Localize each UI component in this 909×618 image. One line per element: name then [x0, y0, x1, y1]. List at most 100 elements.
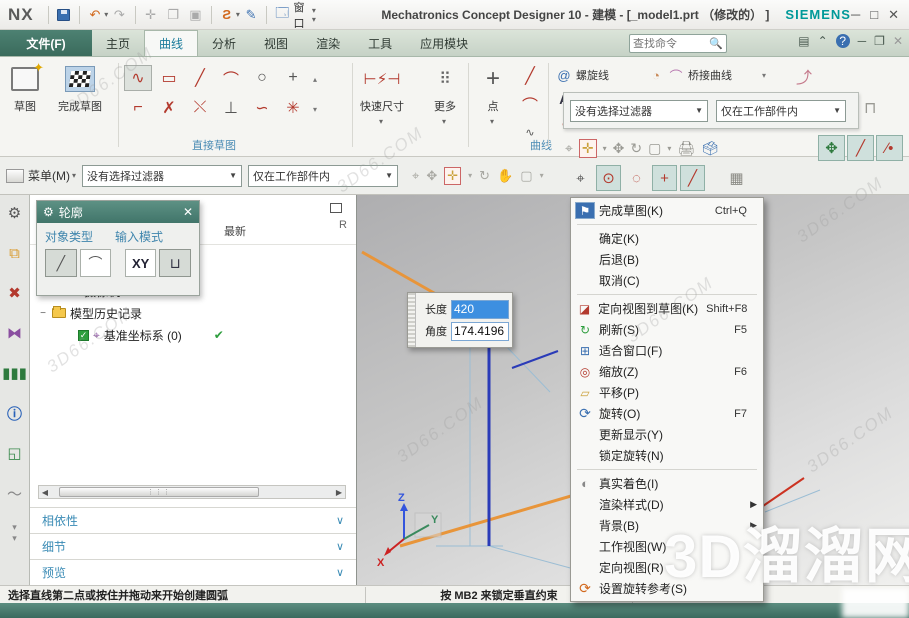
select-all-icon[interactable]: ✥ [426, 168, 437, 184]
art-spline-icon[interactable]: ⤴ [790, 63, 818, 89]
chevron-down-icon[interactable]: ▾ [667, 144, 671, 153]
menu-item-lock-rotation[interactable]: 锁定旋转(N) [571, 445, 763, 466]
command-search-box[interactable]: 🔍 [629, 34, 727, 53]
trim-icon[interactable]: ✗ [155, 95, 183, 121]
rotate-icon[interactable]: ↻ [479, 168, 490, 184]
render-mode-icon[interactable]: 🖨 [677, 140, 695, 157]
line-mode-button[interactable]: ╱ [45, 249, 77, 277]
end-point-icon[interactable]: ╱ [847, 135, 874, 161]
menu-item-refresh[interactable]: ↻刷新(S)F5 [571, 319, 763, 340]
cut-icon[interactable]: ✛ [140, 5, 160, 25]
tab-home[interactable]: 主页 [92, 30, 144, 56]
chevron-down-icon[interactable]: ▾ [540, 171, 544, 180]
undo-icon[interactable]: ↶ [85, 5, 105, 25]
tab-file[interactable]: 文件(F) [0, 30, 92, 56]
collapse-ribbon-icon[interactable]: ⌃ [818, 34, 828, 48]
menu-item-cancel[interactable]: 取消(C) [571, 270, 763, 291]
menu-item-set-rotate-ref[interactable]: ⟳设置旋转参考(S) [571, 578, 763, 599]
parameter-mode-button[interactable]: ⊔ [159, 249, 191, 277]
scroll-left-icon[interactable]: ◀ [39, 488, 51, 497]
navigator-gear-icon[interactable]: ⚙ [5, 203, 25, 223]
snap-toggle-icon[interactable]: ⌖ [412, 168, 419, 184]
angle-input[interactable]: 174.4196 [451, 322, 509, 341]
center-point-icon[interactable]: ⊙ [596, 165, 621, 191]
tangent-point-icon[interactable]: ⌖ [568, 165, 593, 191]
point-button[interactable]: + 点 ▾ [476, 63, 510, 126]
scroll-right-icon[interactable]: ▶ [333, 488, 345, 497]
profile-curve-icon[interactable]: ∿ [124, 65, 152, 91]
tab-curve[interactable]: 曲线 [144, 30, 198, 56]
existing-point-icon[interactable]: ╱ [680, 165, 705, 191]
point-sketch-icon[interactable]: + [279, 65, 307, 91]
sash-icon[interactable]: 〜 [5, 483, 25, 503]
make-corner-icon[interactable]: ⊥ [217, 95, 245, 121]
profile-dropdown-icon[interactable]: ▾ [236, 10, 240, 19]
window-label[interactable]: 窗口 [294, 0, 314, 31]
chevron-down-icon[interactable]: ▾ [468, 171, 472, 180]
enable-snap-icon[interactable]: ✥ [818, 135, 845, 161]
save-icon[interactable] [54, 5, 74, 25]
marquee-icon[interactable]: ▢ [648, 140, 661, 157]
menu-button[interactable]: 菜单(M) ▾ [6, 167, 76, 184]
horizontal-scrollbar[interactable]: ◀ ⋮⋮⋮ ▶ [38, 485, 346, 499]
brush-icon[interactable]: ✎ [241, 5, 261, 25]
undo-dropdown-icon[interactable]: ▾ [104, 10, 108, 19]
line-tool-icon[interactable]: ╱ [516, 63, 544, 89]
extend-icon[interactable]: ⤬ [186, 95, 214, 121]
dialog-close-icon[interactable]: ✕ [183, 205, 193, 219]
finish-sketch-button[interactable]: 完成草图 [58, 63, 102, 114]
scope-filter-dropdown-main[interactable]: 仅在工作部件内 ▼ [248, 165, 398, 187]
minimize-button[interactable]: ─ [851, 7, 860, 23]
more-button[interactable]: ⠿ 更多 ▾ [428, 63, 462, 126]
length-input[interactable]: 420 [451, 300, 509, 319]
tab-render[interactable]: 渲染 [302, 30, 354, 56]
command-search-input[interactable] [633, 38, 709, 50]
constraint-navigator-icon[interactable]: ✖ [5, 283, 25, 303]
physics-navigator-icon[interactable]: ⧓ [5, 323, 25, 343]
arc-tool-icon[interactable]: ⌒ [516, 91, 544, 117]
menu-item-work-view[interactable]: 工作视图(W) [571, 536, 763, 557]
circle-icon[interactable]: ○ [248, 65, 276, 91]
menu-item-update-display[interactable]: 更新显示(Y) [571, 424, 763, 445]
chevron-down-icon[interactable]: ∨ [336, 540, 344, 553]
pan-icon[interactable]: ✋ [497, 168, 513, 184]
tree-expander-icon[interactable]: − [38, 308, 48, 319]
redo-icon[interactable]: ↷ [109, 5, 129, 25]
profile-tool-icon[interactable]: Ƨ [216, 5, 236, 25]
xy-mode-button[interactable]: XY [125, 249, 157, 277]
line-icon[interactable]: ╱ [186, 65, 214, 91]
drag-grip[interactable] [408, 293, 416, 347]
shaded-box-icon[interactable]: 🗳 [701, 140, 719, 157]
menu-item-back[interactable]: 后退(B) [571, 249, 763, 270]
section-header-1[interactable]: 细节∨ [30, 533, 356, 559]
doc-minimize-icon[interactable]: ─ [858, 34, 867, 48]
snap-point-toggle-icon[interactable]: ✛ [579, 139, 597, 158]
grid-snap-icon[interactable]: ▦ [724, 165, 749, 191]
general-selection-icon[interactable]: ✛ [444, 167, 461, 185]
maximize-button[interactable]: □ [870, 7, 878, 23]
menu-item-ok[interactable]: 确定(K) [571, 228, 763, 249]
helix-button[interactable]: @ 螺旋线 [556, 65, 609, 85]
menu-item-render-style[interactable]: 渲染样式(D)▶ [571, 494, 763, 515]
reuse-library-icon[interactable]: ▮▮▮ [5, 363, 25, 383]
tab-view[interactable]: 视图 [250, 30, 302, 56]
doc-close-icon[interactable]: ✕ [893, 34, 903, 48]
sketch-button[interactable]: 草图 [8, 63, 42, 114]
rectangle-icon[interactable]: ▭ [155, 65, 183, 91]
scope-filter-dropdown[interactable]: 仅在工作部件内 ▼ [716, 100, 846, 122]
menu-item-zoom[interactable]: ◎缩放(Z)F6 [571, 361, 763, 382]
arc-icon[interactable]: ⌒ [217, 65, 245, 91]
assembly-navigator-icon[interactable]: ⧉ [5, 243, 25, 263]
show-hide-icon[interactable]: ⌖ [565, 140, 573, 157]
tab-application[interactable]: 应用模块 [406, 30, 482, 56]
selection-filter-dropdown[interactable]: 没有选择过滤器 ▼ [570, 100, 708, 122]
scroll-up-icon[interactable]: ▴ [313, 75, 317, 84]
bridge-curve-button[interactable]: ◔ ⌒ 桥接曲线 [648, 65, 732, 85]
arc-mode-button[interactable]: ⌒ [80, 249, 112, 277]
chevron-down-icon[interactable]: ∨ [336, 514, 344, 527]
point-on-curve-icon[interactable]: ∕• [876, 135, 903, 161]
scroll-down-icon[interactable]: ▾ [313, 105, 317, 114]
profile-dialog-titlebar[interactable]: ⚙ 轮廓 ✕ [37, 201, 199, 223]
section-header-0[interactable]: 相依性∨ [30, 507, 356, 533]
help-icon[interactable]: ? [836, 34, 850, 48]
